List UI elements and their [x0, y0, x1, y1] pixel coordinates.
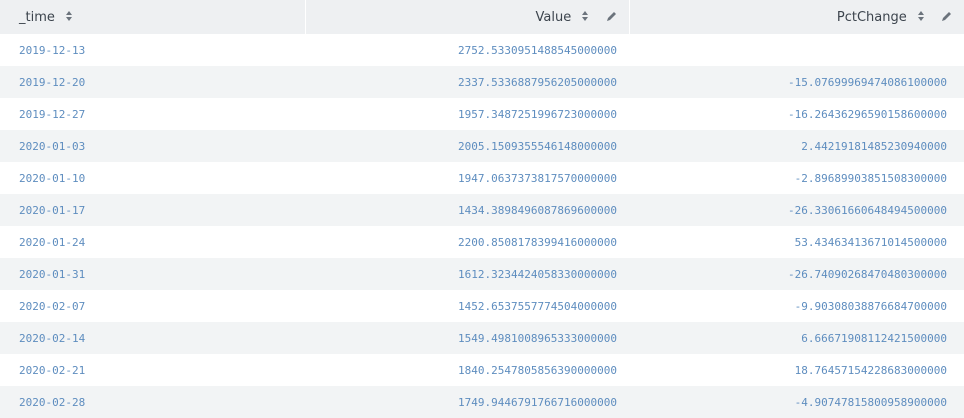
cell-time[interactable]: 2019-12-27: [0, 98, 305, 130]
cell-time[interactable]: 2019-12-20: [0, 66, 305, 98]
table-row: 2020-02-21 1840.2547805856390000000 18.7…: [0, 354, 964, 386]
cell-value[interactable]: 2752.5330951488545000000: [305, 34, 629, 66]
cell-pctchange[interactable]: -16.26436296590158600000: [629, 98, 964, 130]
column-header-label: _time: [19, 9, 55, 25]
cell-time[interactable]: 2019-12-13: [0, 34, 305, 66]
cell-pctchange[interactable]: 53.43463413671014500000: [629, 226, 964, 258]
table-row: 2020-01-24 2200.8508178399416000000 53.4…: [0, 226, 964, 258]
table-row: 2020-01-03 2005.1509355546148000000 2.44…: [0, 130, 964, 162]
pencil-icon[interactable]: [941, 11, 952, 22]
column-header-value[interactable]: Value: [305, 0, 630, 34]
cell-value[interactable]: 2005.1509355546148000000: [305, 130, 629, 162]
cell-time[interactable]: 2020-02-14: [0, 322, 305, 354]
table-row: 2020-02-28 1749.9446791766716000000 -4.9…: [0, 386, 964, 418]
cell-value[interactable]: 1434.3898496087869600000: [305, 194, 629, 226]
table-row: 2020-01-10 1947.0637373817570000000 -2.8…: [0, 162, 964, 194]
cell-time[interactable]: 2020-01-10: [0, 162, 305, 194]
table-row: 2019-12-27 1957.3487251996723000000 -16.…: [0, 98, 964, 130]
sort-icon[interactable]: [581, 10, 589, 22]
cell-pctchange[interactable]: -9.90308038876684700000: [629, 290, 964, 322]
cell-time[interactable]: 2020-01-03: [0, 130, 305, 162]
column-header-pctchange[interactable]: PctChange: [629, 0, 964, 34]
cell-value[interactable]: 1947.0637373817570000000: [305, 162, 629, 194]
cell-value[interactable]: 1749.9446791766716000000: [305, 386, 629, 418]
pencil-icon[interactable]: [606, 11, 617, 22]
cell-time[interactable]: 2020-02-21: [0, 354, 305, 386]
cell-time[interactable]: 2020-01-24: [0, 226, 305, 258]
cell-pctchange[interactable]: -26.74090268470480300000: [629, 258, 964, 290]
cell-time[interactable]: 2020-02-28: [0, 386, 305, 418]
table-body: 2019-12-13 2752.5330951488545000000 2019…: [0, 34, 964, 418]
cell-time[interactable]: 2020-02-07: [0, 290, 305, 322]
cell-time[interactable]: 2020-01-17: [0, 194, 305, 226]
sort-icon[interactable]: [917, 10, 925, 22]
cell-value[interactable]: 2337.5336887956205000000: [305, 66, 629, 98]
cell-pctchange[interactable]: 2.44219181485230940000: [629, 130, 964, 162]
cell-value[interactable]: 1549.4981008965333000000: [305, 322, 629, 354]
cell-pctchange[interactable]: [629, 34, 964, 66]
sort-icon[interactable]: [65, 10, 73, 22]
column-header-label: Value: [535, 9, 572, 25]
cell-pctchange[interactable]: -26.33061660648494500000: [629, 194, 964, 226]
cell-pctchange[interactable]: -2.89689903851508300000: [629, 162, 964, 194]
cell-pctchange[interactable]: -15.07699969474086100000: [629, 66, 964, 98]
table-row: 2020-01-17 1434.3898496087869600000 -26.…: [0, 194, 964, 226]
cell-value[interactable]: 1452.6537557774504000000: [305, 290, 629, 322]
cell-pctchange[interactable]: -4.90747815800958900000: [629, 386, 964, 418]
results-table: _time Value PctChange 2019-12-13 2752.53…: [0, 0, 964, 418]
table-row: 2020-02-07 1452.6537557774504000000 -9.9…: [0, 290, 964, 322]
column-header-time[interactable]: _time: [0, 0, 306, 34]
cell-value[interactable]: 2200.8508178399416000000: [305, 226, 629, 258]
table-row: 2020-01-31 1612.3234424058330000000 -26.…: [0, 258, 964, 290]
column-header-label: PctChange: [836, 9, 907, 25]
header-row: _time Value PctChange: [0, 0, 964, 34]
table-row: 2019-12-20 2337.5336887956205000000 -15.…: [0, 66, 964, 98]
cell-pctchange[interactable]: 18.76457154228683000000: [629, 354, 964, 386]
table-header: _time Value PctChange: [0, 0, 964, 34]
cell-pctchange[interactable]: 6.66671908112421500000: [629, 322, 964, 354]
cell-value[interactable]: 1957.3487251996723000000: [305, 98, 629, 130]
cell-value[interactable]: 1840.2547805856390000000: [305, 354, 629, 386]
table-row: 2020-02-14 1549.4981008965333000000 6.66…: [0, 322, 964, 354]
cell-time[interactable]: 2020-01-31: [0, 258, 305, 290]
cell-value[interactable]: 1612.3234424058330000000: [305, 258, 629, 290]
table-row: 2019-12-13 2752.5330951488545000000: [0, 34, 964, 66]
